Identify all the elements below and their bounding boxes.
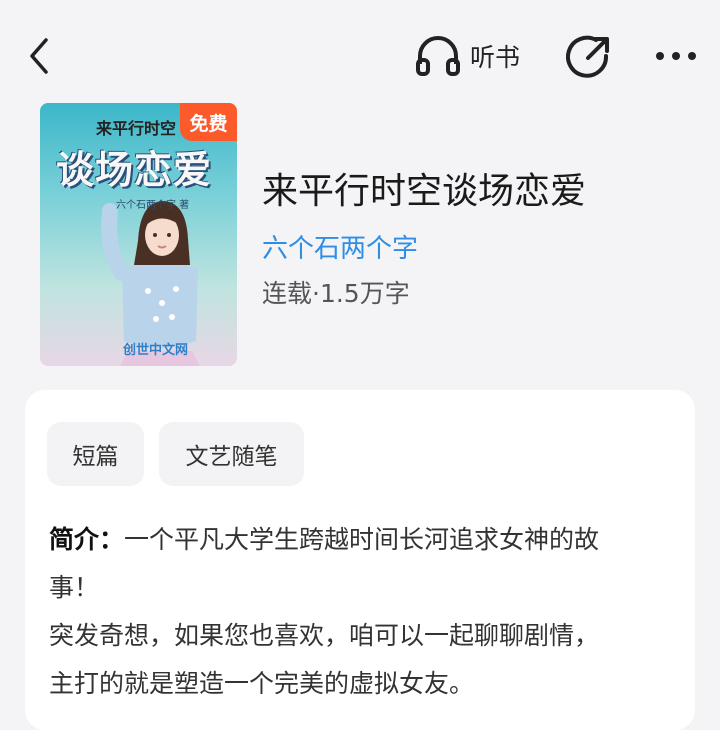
tag-chip[interactable]: 短篇 <box>47 422 144 486</box>
share-button[interactable] <box>566 34 612 80</box>
listen-button[interactable]: 听书 <box>414 34 520 78</box>
book-info-card: 短篇 文艺随笔 简介：一个平凡大学生跨越时间长河追求女神的故 事！ 突发奇想，如… <box>25 390 695 730</box>
share-icon <box>566 35 609 78</box>
chevron-left-icon <box>30 38 48 74</box>
cover-subtitle: 来平行时空 <box>96 119 177 138</box>
book-cover[interactable]: 来平行时空 谈场恋爱 六个石两个字 著 创世中文网 免费 <box>40 103 237 366</box>
top-bar: 听书 <box>0 0 720 112</box>
more-dots-icon <box>656 52 696 60</box>
intro-line: 突发奇想，如果您也喜欢，咱可以一起聊聊剧情， <box>49 621 600 650</box>
book-author-link[interactable]: 六个石两个字 <box>262 228 418 265</box>
free-badge: 免费 <box>180 103 237 141</box>
cover-publisher-logo: 创世中文网 <box>123 343 189 358</box>
listen-label: 听书 <box>470 43 521 72</box>
intro-line: 简介：一个平凡大学生跨越时间长河追求女神的故 <box>49 516 679 564</box>
headphones-icon <box>416 36 460 76</box>
book-intro[interactable]: 简介：一个平凡大学生跨越时间长河追求女神的故 事！ 突发奇想，如果您也喜欢，咱可… <box>49 516 679 708</box>
tag-chip[interactable]: 文艺随笔 <box>159 422 304 486</box>
intro-text: 一个平凡大学生跨越时间长河追求女神的故 <box>124 525 600 554</box>
back-button[interactable] <box>24 34 64 78</box>
book-title: 来平行时空谈场恋爱 <box>262 171 587 212</box>
more-button[interactable] <box>654 38 698 74</box>
intro-label: 简介： <box>49 525 125 554</box>
cover-author: 六个石两个字 著 <box>116 200 190 211</box>
intro-line: 事！ <box>49 573 100 602</box>
cover-title: 谈场恋爱 <box>56 148 213 192</box>
book-meta: 连载·1.5万字 <box>262 279 410 308</box>
intro-line: 主打的就是塑造一个完美的虚拟女友。 <box>49 669 475 698</box>
